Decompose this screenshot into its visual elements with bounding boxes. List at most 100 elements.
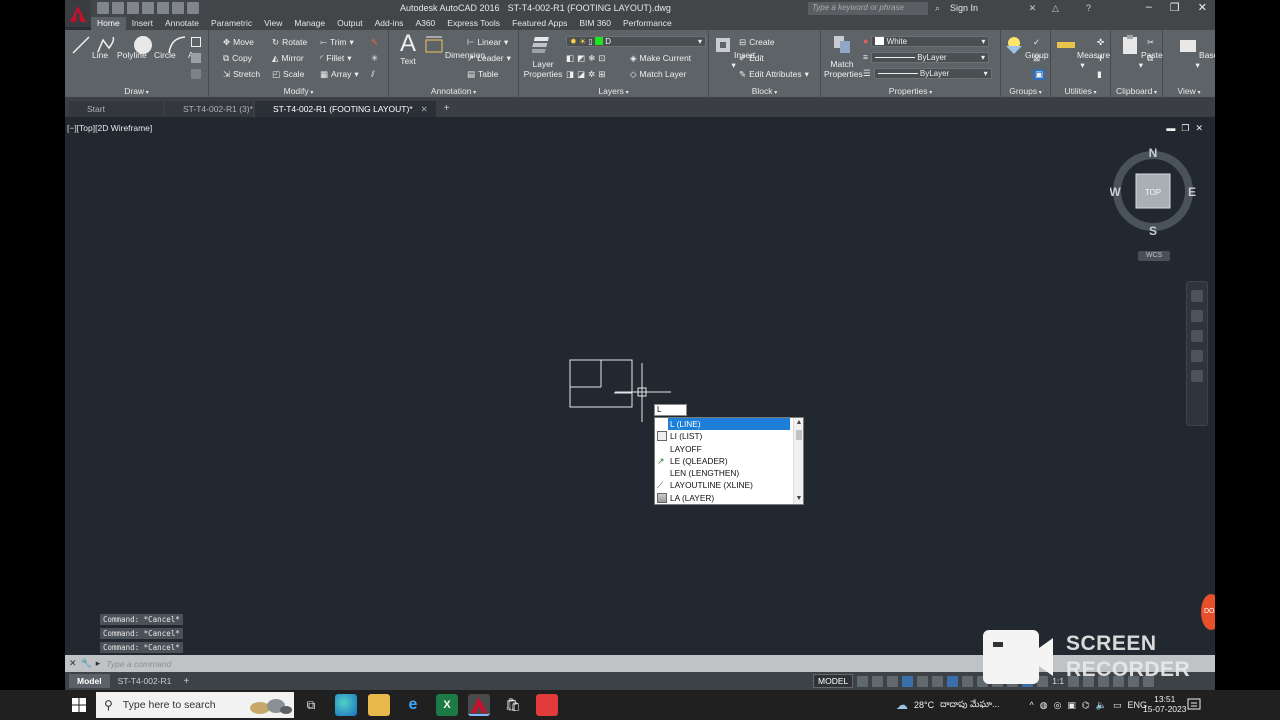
file-tab-footing-layout[interactable]: ST-T4-002-R1 (FOOTING LAYOUT)* ✕	[255, 101, 436, 117]
tray-app3-icon[interactable]: ▣	[1067, 700, 1076, 711]
autocomplete-scrollbar[interactable]: ▲ ▼	[793, 418, 803, 504]
explode-button[interactable]: ✳	[371, 51, 378, 65]
compass-e[interactable]: E	[1188, 185, 1196, 199]
create-block-button[interactable]: ⊟ Create	[739, 35, 775, 49]
table-button[interactable]: ▤ Table	[467, 67, 498, 81]
edit-block-button[interactable]: ✐ Edit	[739, 51, 764, 65]
undo-icon[interactable]	[172, 2, 184, 14]
plot-icon[interactable]	[157, 2, 169, 14]
notification-icon[interactable]	[1187, 698, 1201, 712]
excel-icon[interactable]: X	[436, 694, 458, 716]
layer-isolate-icon[interactable]: ◩	[577, 53, 585, 64]
dynamic-input-field[interactable]: L	[654, 404, 687, 416]
make-current-button[interactable]: ◈ Make Current	[630, 51, 691, 65]
mirror-button[interactable]: ◭ Mirror	[272, 51, 304, 65]
orbit-icon[interactable]	[1191, 350, 1203, 362]
task-view-icon[interactable]: ⧉	[300, 694, 322, 716]
trim-button[interactable]: ⤚ Trim ▾	[320, 35, 354, 49]
ortho-icon[interactable]	[887, 675, 899, 687]
lineweight-dropdown[interactable]: ≡ ByLayer ▾	[863, 50, 989, 64]
utilities-panel-title[interactable]: Utilities	[1051, 86, 1110, 96]
properties-panel-title[interactable]: Properties	[821, 86, 1000, 96]
showmotion-icon[interactable]	[1191, 370, 1203, 382]
weather-cloud-icon[interactable]: ☁	[896, 698, 908, 712]
autocomplete-item-lengthen[interactable]: LEN (LENGTHEN)	[655, 467, 803, 479]
layer-on-icon[interactable]: ◨	[566, 69, 574, 80]
layer-freeze-icon[interactable]: ❄	[588, 53, 595, 64]
layer-off-icon[interactable]: ◧	[566, 53, 574, 64]
layer-lock-icon[interactable]: ⊡	[598, 53, 605, 64]
command-customize-icon[interactable]: 🔧	[81, 658, 92, 669]
stretch-button[interactable]: ⇲ Stretch	[223, 67, 260, 81]
leader-button[interactable]: ↗ Leader ▾	[467, 51, 511, 65]
autocomplete-item-xline[interactable]: ⟋ LAYOUTLINE (XLINE)	[655, 479, 803, 491]
help-icon[interactable]: ?	[1083, 3, 1094, 14]
object-snap-tracking-icon[interactable]	[932, 675, 944, 687]
groups-panel-title[interactable]: Groups	[1001, 86, 1050, 96]
binoculars-icon[interactable]: ⌕	[932, 3, 943, 14]
drawing-viewport[interactable]: [−][Top][2D Wireframe] ▬ ❐ ✕ N S E W TOP…	[65, 117, 1215, 655]
layers-panel-title[interactable]: Layers	[519, 86, 708, 96]
ungroup-button[interactable]: ✓	[1033, 35, 1040, 49]
grid-icon[interactable]	[857, 675, 869, 687]
compass-w[interactable]: W	[1110, 185, 1121, 199]
tab-insert[interactable]: Insert	[126, 17, 159, 30]
recorder-bubble-icon[interactable]: DO	[1201, 594, 1215, 630]
scale-button[interactable]: ◰ Scale	[272, 67, 304, 81]
annotation-panel-title[interactable]: Annotation	[389, 86, 518, 96]
layer-unlock-icon[interactable]: ⊞	[598, 69, 605, 80]
wcs-menu[interactable]: WCS	[1138, 251, 1170, 261]
open-file-icon[interactable]	[112, 2, 124, 14]
redo-icon[interactable]	[187, 2, 199, 14]
tab-performance[interactable]: Performance	[617, 17, 678, 30]
tab-featured-apps[interactable]: Featured Apps	[506, 17, 573, 30]
minimize-icon[interactable]: –	[1146, 1, 1152, 14]
battery-icon[interactable]: ▭	[1113, 700, 1122, 711]
tab-annotate[interactable]: Annotate	[159, 17, 205, 30]
scroll-up-icon[interactable]: ▲	[794, 418, 804, 428]
internet-explorer-icon[interactable]: e	[402, 694, 424, 716]
autocomplete-item-layoff[interactable]: LAYOFF	[655, 443, 803, 455]
clock[interactable]: 13:51 15-07-2023	[1143, 694, 1186, 714]
tab-parametric[interactable]: Parametric	[205, 17, 258, 30]
layer-dropdown[interactable]: ✹ ☀ ▯ D ▾	[566, 34, 706, 48]
paste-button[interactable]: Paste ▾	[1119, 34, 1163, 71]
save-as-icon[interactable]	[142, 2, 154, 14]
match-properties-button[interactable]: Match Properties	[824, 33, 863, 79]
linear-dimension-button[interactable]: ⊢ Linear ▾	[467, 35, 508, 49]
autocomplete-item-layer[interactable]: LA (LAYER)	[655, 492, 803, 504]
volume-icon[interactable]: 🔈	[1096, 700, 1107, 711]
screen-recorder-app-icon[interactable]	[536, 694, 558, 716]
edge-icon[interactable]	[335, 694, 357, 716]
search-input[interactable]: Type a keyword or phrase	[808, 2, 928, 15]
autocomplete-item-list[interactable]: LI (LIST)	[655, 430, 803, 442]
object-snap-icon[interactable]	[947, 675, 959, 687]
quick-calc-button[interactable]: ✜	[1097, 35, 1104, 49]
tab-a360[interactable]: A360	[409, 17, 441, 30]
zoom-extents-icon[interactable]	[1191, 330, 1203, 342]
rectangle-button[interactable]	[191, 35, 201, 49]
view-panel-title[interactable]: View	[1163, 86, 1215, 96]
save-icon[interactable]	[127, 2, 139, 14]
tab-home[interactable]: Home	[91, 17, 126, 30]
store-icon[interactable]: 🛍	[502, 694, 524, 716]
edit-attributes-button[interactable]: ✎ Edit Attributes ▾	[739, 67, 809, 81]
text-button[interactable]: A Text	[397, 32, 419, 67]
copy-button[interactable]: ⧉ Copy	[223, 51, 252, 65]
a360-icon[interactable]: △	[1050, 3, 1061, 14]
array-button[interactable]: ▦ Array ▾	[320, 67, 359, 81]
linetype-dropdown[interactable]: ☰ ByLayer ▾	[863, 66, 992, 80]
command-autocomplete-list[interactable]: L (LINE) LI (LIST) LAYOFF ↗ LE (QLEADER) …	[654, 417, 804, 505]
calculator-button[interactable]: ▮	[1097, 67, 1102, 81]
color-dropdown[interactable]: ● White ▾	[863, 34, 990, 48]
tab-express-tools[interactable]: Express Tools	[441, 17, 506, 30]
group-button[interactable]: Group	[1003, 34, 1049, 60]
gradient-button[interactable]	[191, 67, 201, 81]
command-close-icon[interactable]: ✕	[69, 658, 77, 669]
file-explorer-icon[interactable]	[368, 694, 390, 716]
tab-bim-360[interactable]: BIM 360	[573, 17, 617, 30]
scroll-thumb[interactable]	[796, 430, 802, 440]
tray-app2-icon[interactable]: ◎	[1054, 700, 1062, 711]
command-input[interactable]: Type a command	[106, 659, 171, 669]
erase-button[interactable]: ✎	[371, 35, 378, 49]
